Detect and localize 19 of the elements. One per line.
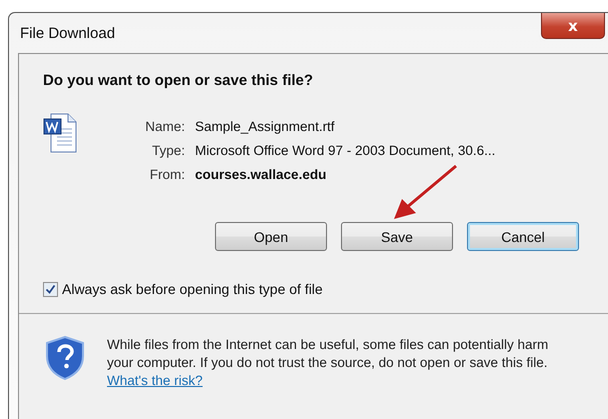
document-icon <box>43 113 77 153</box>
dialog-button[interactable]: Save <box>341 222 453 251</box>
pointer-arrow <box>392 164 458 222</box>
field-value: Microsoft Office Word 97 - 2003 Document, 30.6... <box>195 143 496 158</box>
checkbox-label: Always ask before opening this type of file <box>62 281 323 297</box>
field-value: courses.wallace.edu <box>195 167 328 182</box>
field-label: Type: <box>150 143 185 158</box>
close-button[interactable]: x <box>541 13 605 39</box>
warning-text: While files from the Internet can be useful, some files can potentially harm your computer. If you do not trust the source, do not open or save this file. What's the risk? <box>107 336 550 390</box>
dialog-button[interactable]: Cancel <box>467 222 579 251</box>
shield-question-icon <box>45 336 85 380</box>
field-label: From: <box>148 167 185 182</box>
field-value: Sample_Assignment.rtf <box>195 119 336 134</box>
field-label: Name: <box>144 119 185 134</box>
risk-link[interactable]: What's the risk? <box>107 373 203 388</box>
checkbox[interactable] <box>43 282 58 296</box>
window-title: File Download <box>19 24 116 42</box>
dialog-button[interactable]: Open <box>215 222 327 251</box>
dialog-heading: Do you want to open or save this file? <box>43 72 314 89</box>
